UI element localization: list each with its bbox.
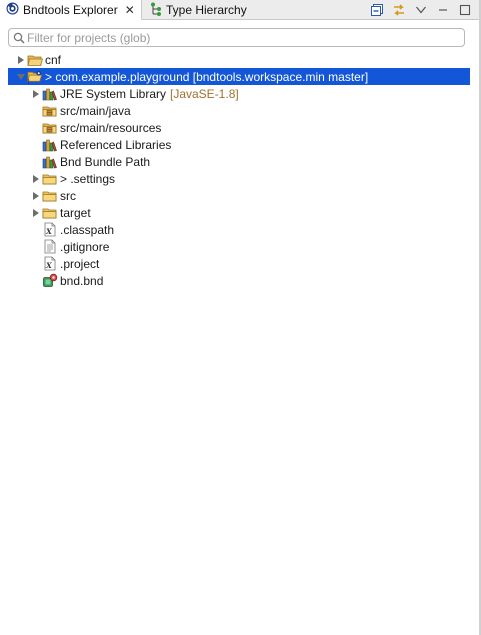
bnd-file-icon xyxy=(42,273,58,288)
folder-icon xyxy=(42,205,58,220)
view-tab-bar: Bndtools Explorer ✕ Type Hierarchy xyxy=(0,0,481,20)
bndtools-logo-icon xyxy=(6,2,19,18)
collapsed-arrow-icon[interactable] xyxy=(16,55,26,65)
tree-item-label: .classpath xyxy=(60,222,115,237)
tree-item[interactable]: src xyxy=(0,187,481,204)
tree-item[interactable]: > .settings xyxy=(0,170,481,187)
collapsed-arrow-icon[interactable] xyxy=(31,208,41,218)
package-folder-icon xyxy=(42,103,58,118)
collapsed-arrow-icon[interactable] xyxy=(31,174,41,184)
tree-item[interactable]: bnd.bnd xyxy=(0,272,481,289)
tree-item-label: > .settings xyxy=(60,171,116,186)
tree-item-label: cnf xyxy=(45,52,62,67)
tree-item-label: target xyxy=(60,205,91,220)
project-tree: cnf J > com.example.playground [bndtools.w… xyxy=(0,51,481,289)
tree-item[interactable]: target xyxy=(0,204,481,221)
tree-item[interactable]: Referenced Libraries xyxy=(0,136,481,153)
tree-item-label: .gitignore xyxy=(60,239,110,254)
xml-file-icon: X xyxy=(42,256,58,271)
tree-item-label: Referenced Libraries xyxy=(60,137,172,152)
folder-icon xyxy=(42,171,58,186)
tree-item[interactable]: X .classpath xyxy=(0,221,481,238)
tree-item[interactable]: src/main/resources xyxy=(0,119,481,136)
folder-icon xyxy=(42,188,58,203)
view-menu-icon[interactable] xyxy=(413,2,429,18)
tab-type-hierarchy[interactable]: Type Hierarchy xyxy=(144,0,274,20)
maximize-icon[interactable] xyxy=(457,2,473,18)
link-with-editor-icon[interactable] xyxy=(391,2,407,18)
xml-file-icon: X xyxy=(42,222,58,237)
tree-item[interactable]: src/main/java xyxy=(0,102,481,119)
library-icon xyxy=(42,137,58,152)
tree-item[interactable]: X .project xyxy=(0,255,481,272)
text-file-icon xyxy=(42,239,58,254)
project-icon: J xyxy=(27,69,43,84)
view-toolbar xyxy=(369,0,473,20)
library-icon xyxy=(42,86,58,101)
tree-item[interactable]: JRE System Library [JavaSE-1.8] xyxy=(0,85,481,102)
folder-open-icon xyxy=(27,52,43,67)
tree-item-label: src/main/resources xyxy=(60,120,162,135)
search-icon xyxy=(13,32,25,44)
collapsed-arrow-icon[interactable] xyxy=(31,191,41,201)
tree-item-label: .project xyxy=(60,256,100,271)
tree-item-label: > com.example.playground [bndtools.works… xyxy=(45,69,369,84)
tree-item-label: bnd.bnd xyxy=(60,273,104,288)
tab-label: Bndtools Explorer xyxy=(23,2,118,17)
tree-item-label: src/main/java xyxy=(60,103,131,118)
filter-input[interactable] xyxy=(27,29,447,46)
tree-item[interactable]: Bnd Bundle Path xyxy=(0,153,481,170)
tree-item[interactable]: J > com.example.playground [bndtools.work… xyxy=(8,68,470,85)
expanded-arrow-icon[interactable] xyxy=(16,72,26,82)
minimize-icon[interactable] xyxy=(435,2,451,18)
project-filter xyxy=(8,28,465,47)
library-icon xyxy=(42,154,58,169)
svg-text:J: J xyxy=(27,79,30,84)
hierarchy-icon xyxy=(150,2,162,19)
tab-label: Type Hierarchy xyxy=(166,3,247,17)
tree-item[interactable]: .gitignore xyxy=(0,238,481,255)
collapsed-arrow-icon[interactable] xyxy=(31,89,41,99)
package-folder-icon xyxy=(42,120,58,135)
collapse-all-icon[interactable] xyxy=(369,2,385,18)
tree-item[interactable]: cnf xyxy=(0,51,481,68)
svg-text:X: X xyxy=(45,261,53,270)
tree-item-label: JRE System Library xyxy=(60,86,167,101)
svg-text:X: X xyxy=(45,227,53,236)
tab-bndtools-explorer[interactable]: Bndtools Explorer ✕ xyxy=(0,0,142,20)
tree-item-label: src xyxy=(60,188,76,203)
tree-item-label: Bnd Bundle Path xyxy=(60,154,151,169)
tree-item-decoration: [JavaSE-1.8] xyxy=(170,86,239,101)
close-icon[interactable]: ✕ xyxy=(125,4,135,16)
